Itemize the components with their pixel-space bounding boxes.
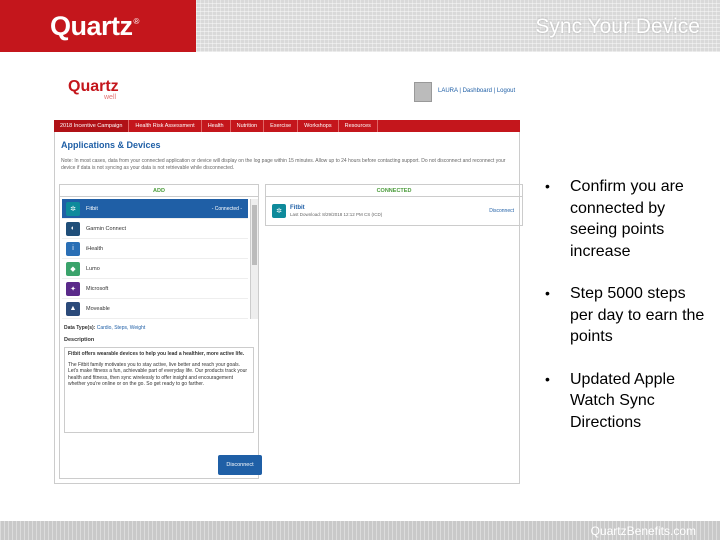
slide-title: Sync Your Device [535,15,700,38]
bullet-text: Step 5000 steps per day to earn the poin… [570,285,705,345]
microsoft-icon: ✦ [66,281,80,296]
nav-item[interactable]: Resources [339,120,378,132]
bullet-dot: • [545,370,550,387]
list-item[interactable]: i iHealth [62,239,248,259]
connected-device-info: Fitbit Last Download: 8/29/2018 12:12 PM… [290,205,382,217]
description-label: Description [64,337,95,343]
bullet-text: Confirm you are connected by seeing poin… [570,178,684,260]
data-types-label: Data Type(s): [64,325,96,331]
footer-url: QuartzBenefits.com [590,524,696,538]
slide-logo-text: Quartz [50,10,133,41]
disconnect-link[interactable]: Disconnect [489,208,514,214]
app-list: ✲ Fitbit - Connected - ◐ Garmin Connect … [62,199,248,319]
bullet-text: Updated Apple Watch Sync Directions [570,370,675,431]
nav-item[interactable]: 2018 Incentive Campaign [54,120,130,132]
bullet-item: • Confirm you are connected by seeing poi… [545,176,705,262]
devices-panel: Applications & Devices Note: In most cas… [54,132,523,484]
site-logo-sub: well [104,94,117,101]
nav-item[interactable]: Workshops [298,120,339,132]
lumo-icon: ◆ [66,261,80,276]
connected-column: CONNECTED ✲ Fitbit Last Download: 8/29/2… [265,184,523,226]
bullet-list: • Confirm you are connected by seeing poi… [545,176,705,454]
connected-device-name: Fitbit [290,205,305,211]
list-item[interactable]: ▲ Moveable [62,299,248,319]
description-bold: Fitbit offers wearable devices to help y… [68,351,245,357]
app-name: Fitbit [86,205,98,212]
list-item[interactable]: ✦ Microsoft [62,279,248,299]
bullet-dot: • [545,178,550,194]
moveable-icon: ▲ [66,301,80,316]
avatar[interactable] [414,82,432,102]
sync-note: Note: In most cases, data from your conn… [61,158,506,171]
disconnect-button[interactable]: Disconnect [218,455,262,475]
description-body: The Fitbit family motivates you to stay … [68,361,248,388]
app-name: iHealth [86,245,104,252]
app-list-scrollbar[interactable] [250,199,258,319]
data-types: Data Type(s): Cardio, Steps, Weight [64,325,145,331]
bullet-item: • Updated Apple Watch Sync Directions [545,369,705,434]
fitbit-icon: ✲ [272,204,286,218]
slide-logo: Quartz ® [0,0,196,52]
add-column-header: ADD [60,185,258,197]
nav-item[interactable]: Health [202,120,231,132]
app-state: - Connected - [211,205,242,212]
app-name: Microsoft [86,285,109,292]
connected-column-header: CONNECTED [266,185,522,197]
add-column: ADD ✲ Fitbit - Connected - ◐ Garmin Conn… [59,184,262,479]
fitbit-icon: ✲ [66,201,80,216]
description-box: Fitbit offers wearable devices to help y… [64,347,254,433]
nav-item[interactable]: Health Risk Assessment [129,120,202,132]
list-item[interactable]: ✲ Fitbit - Connected - [62,199,248,219]
list-item[interactable]: ◐ Garmin Connect [62,219,248,239]
nav-item[interactable]: Nutrition [231,120,265,132]
scrollbar-thumb[interactable] [252,205,257,265]
app-name: Moveable [86,305,110,312]
data-types-value[interactable]: Cardio, Steps, Weight [97,325,146,331]
app-name: Garmin Connect [86,225,127,232]
bullet-item: • Step 5000 steps per day to earn the poi… [545,283,705,348]
slide-footer: QuartzBenefits.com [0,521,720,540]
nav-item[interactable]: Exercise [264,120,299,132]
last-download: Last Download: 8/29/2018 12:12 PM CS (IC… [290,212,383,217]
app-name: Lumo [86,265,100,272]
slide-top-bar: Quartz ® Sync Your Device [0,0,720,52]
garmin-icon: ◐ [66,221,80,236]
slide-logo-tm: ® [133,16,140,26]
site-header: Quartz well LAURA | Dashboard | Logout [52,70,522,118]
connected-device-row: ✲ Fitbit Last Download: 8/29/2018 12:12 … [268,199,520,223]
user-links[interactable]: LAURA | Dashboard | Logout [438,88,515,94]
list-item[interactable]: ◆ Lumo [62,259,248,279]
page-title: Applications & Devices [61,140,161,150]
embedded-screenshot: Quartz well LAURA | Dashboard | Logout 2… [52,70,523,484]
main-nav: 2018 Incentive Campaign Health Risk Asse… [54,120,520,132]
bullet-dot: • [545,285,550,301]
ihealth-icon: i [66,241,80,256]
